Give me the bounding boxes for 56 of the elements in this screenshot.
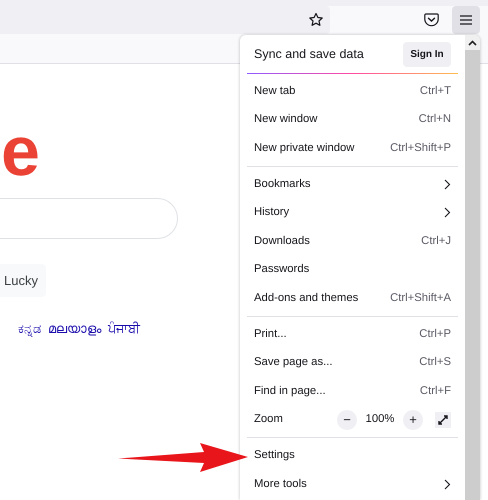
menu-item-label: Find in page... bbox=[254, 384, 326, 399]
fullscreen-button[interactable] bbox=[435, 412, 451, 428]
menu-item[interactable]: Downloads Ctrl+J bbox=[240, 227, 465, 256]
search-field[interactable] bbox=[0, 198, 178, 239]
menu-item[interactable]: Add-ons and themes Ctrl+Shift+A bbox=[240, 284, 465, 312]
menu-item-label: More tools bbox=[254, 476, 307, 492]
menu-item-label: New tab bbox=[254, 84, 296, 99]
menu-item[interactable]: History bbox=[240, 198, 465, 227]
language-link[interactable]: ਪੰਜਾਬੀ bbox=[108, 319, 140, 338]
chevron-right-icon bbox=[444, 178, 451, 190]
zoom-out-button[interactable]: − bbox=[337, 410, 357, 430]
menu-item[interactable]: Print... Ctrl+P bbox=[240, 320, 465, 348]
menu-item[interactable]: Passwords bbox=[240, 256, 465, 284]
shortcut-text: Ctrl+P bbox=[419, 326, 451, 342]
chevron-right-icon bbox=[444, 207, 451, 218]
menu-item-label: Add-ons and themes bbox=[254, 290, 358, 306]
menu-header-title: Sync and save data bbox=[254, 46, 364, 63]
sign-in-button[interactable]: Sign In bbox=[403, 42, 451, 66]
language-link[interactable]: മലയാളം bbox=[48, 319, 101, 338]
menu-item-label: Zoom bbox=[254, 412, 283, 428]
lucky-button[interactable]: Lucky bbox=[0, 264, 46, 297]
menu-item-label: Bookmarks bbox=[254, 176, 311, 192]
menu-item-label: New private window bbox=[254, 140, 354, 156]
scrollbar-thumb[interactable] bbox=[465, 50, 480, 500]
shortcut-text: Ctrl+F bbox=[420, 384, 451, 399]
menu-item-label: Downloads bbox=[254, 234, 310, 249]
menu-item-label: Save page as... bbox=[254, 355, 333, 370]
menu-item-label: Print... bbox=[254, 326, 287, 342]
scroll-up-icon[interactable] bbox=[468, 40, 477, 46]
shortcut-text: Ctrl+S bbox=[419, 355, 451, 370]
menu-item-label: Settings bbox=[254, 448, 295, 464]
menu-item[interactable]: New window Ctrl+N bbox=[240, 106, 465, 134]
menu-item[interactable]: New tab Ctrl+T bbox=[240, 77, 465, 106]
menu-item-label: History bbox=[254, 205, 290, 220]
shortcut-text: Ctrl+N bbox=[418, 112, 451, 128]
menu-icon bbox=[460, 15, 472, 25]
shortcut-text: Ctrl+T bbox=[420, 84, 451, 99]
menu-button[interactable] bbox=[452, 6, 480, 34]
menu-item[interactable]: Bookmarks bbox=[240, 170, 465, 198]
zoom-in-button[interactable]: + bbox=[403, 410, 423, 430]
shortcut-text: Ctrl+Shift+A bbox=[390, 290, 451, 306]
shortcut-text: Ctrl+J bbox=[421, 234, 451, 249]
menu-item[interactable]: New private window Ctrl+Shift+P bbox=[240, 134, 465, 162]
menu-item-label: New window bbox=[254, 112, 318, 128]
shortcut-text: Ctrl+Shift+P bbox=[390, 140, 451, 156]
logo: e bbox=[1, 116, 40, 186]
menu-item[interactable]: Save page as... Ctrl+S bbox=[240, 348, 465, 377]
menu-item-label: Passwords bbox=[254, 262, 310, 278]
chevron-right-icon bbox=[444, 478, 451, 490]
menu-item[interactable]: More tools bbox=[240, 470, 465, 498]
pocket-icon[interactable] bbox=[424, 13, 439, 27]
bookmark-star-icon[interactable] bbox=[308, 12, 324, 28]
menu-item[interactable]: Find in page... Ctrl+F bbox=[240, 377, 465, 406]
zoom-level: 100% bbox=[365, 412, 395, 428]
language-link[interactable]: ಕನ್ನಡ bbox=[18, 319, 41, 338]
menu-item[interactable]: Settings bbox=[240, 442, 465, 470]
